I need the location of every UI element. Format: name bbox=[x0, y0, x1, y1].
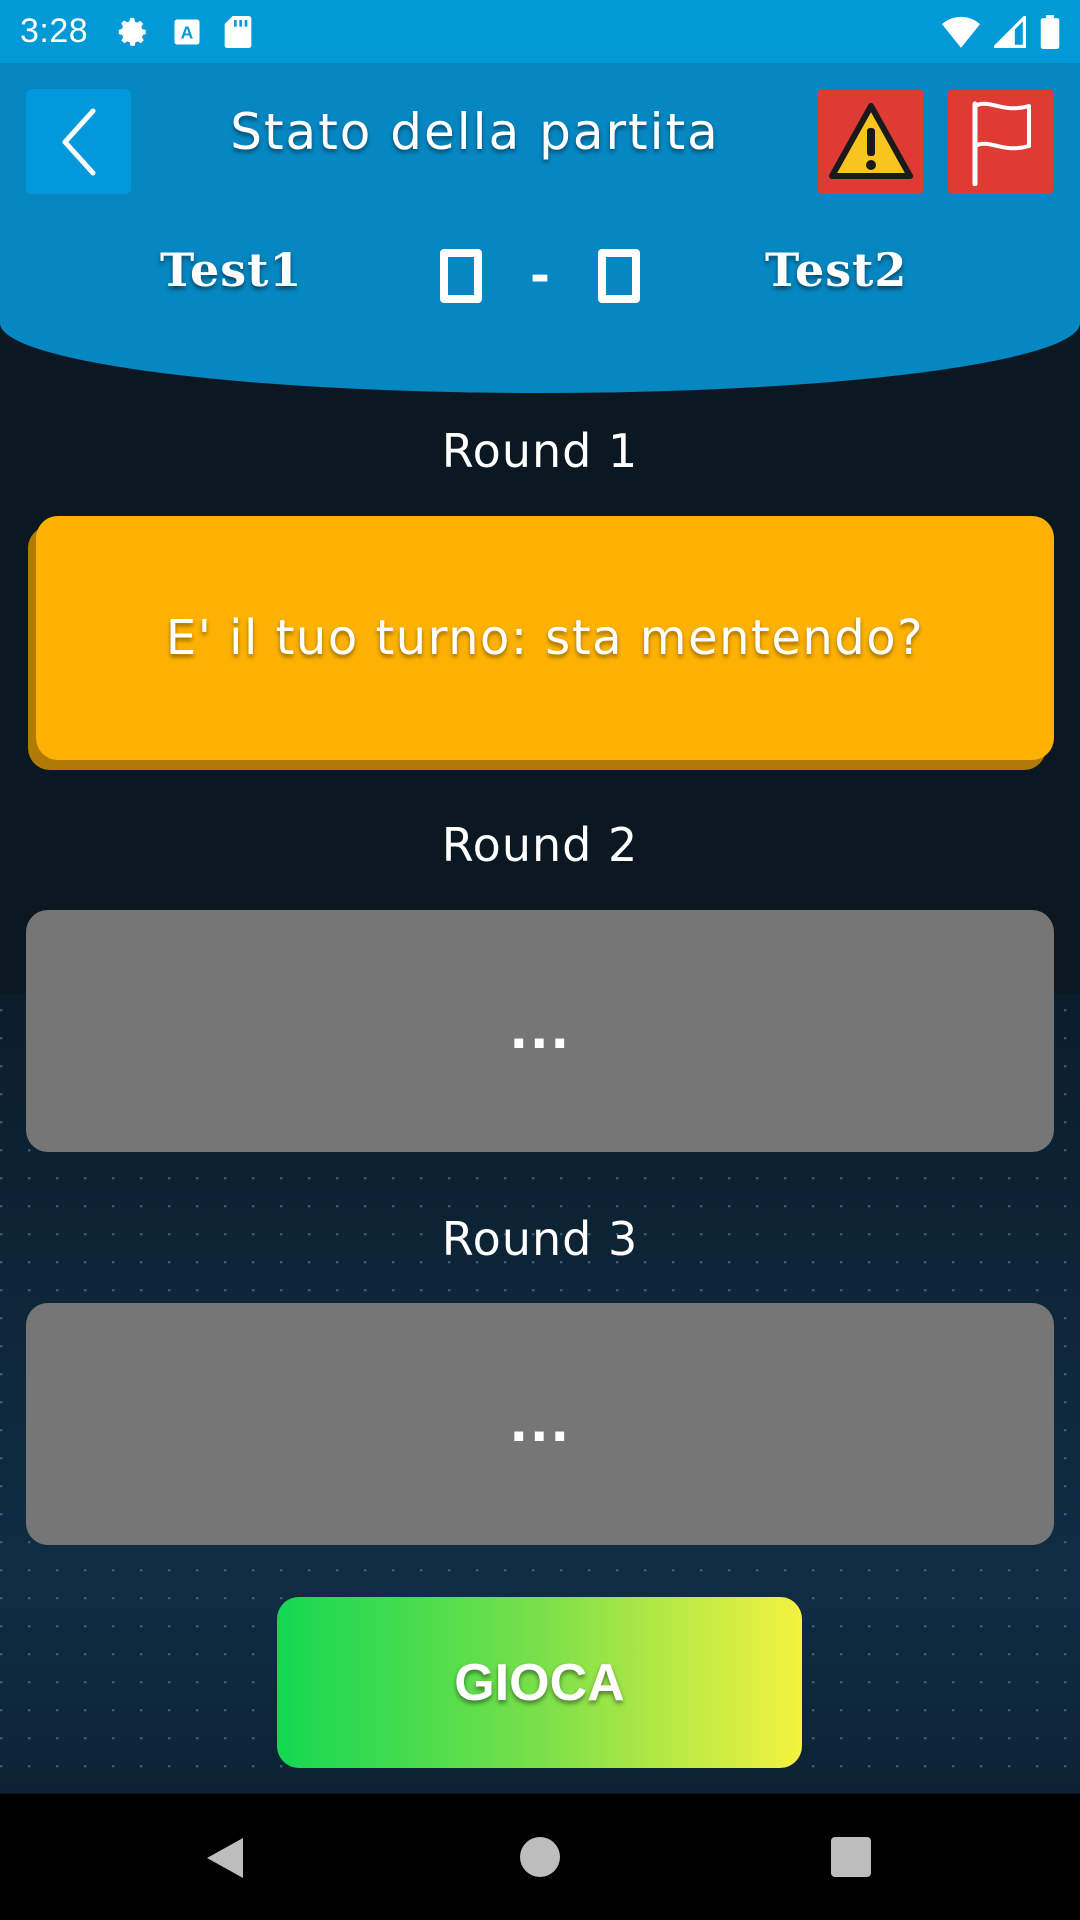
round-2-card: ... bbox=[26, 910, 1054, 1152]
round-2-label: Round 2 bbox=[441, 818, 639, 872]
header: Stato della partita Test1 0 - 0 Test2 bbox=[0, 63, 1080, 393]
signal-icon bbox=[994, 15, 1026, 48]
surrender-button[interactable] bbox=[948, 89, 1053, 194]
status-bar: 3:28 A bbox=[0, 0, 1080, 63]
chevron-left-icon bbox=[62, 108, 95, 175]
flag-icon bbox=[972, 101, 1031, 186]
battery-icon bbox=[1040, 14, 1060, 49]
round-3-card: ... bbox=[26, 1303, 1054, 1545]
score-right: 0 bbox=[597, 249, 640, 303]
gear-icon bbox=[119, 17, 146, 46]
nav-back-icon[interactable] bbox=[205, 1836, 245, 1880]
warning-icon bbox=[828, 102, 913, 179]
status-time: 3:28 bbox=[20, 12, 89, 50]
report-button[interactable] bbox=[818, 89, 923, 194]
status-right-icons bbox=[942, 14, 1060, 49]
page-title: Stato della partita bbox=[230, 103, 720, 161]
round-1-card[interactable]: E' il tuo turno: sta mentendo? bbox=[36, 516, 1054, 760]
sd-card-icon bbox=[224, 15, 252, 48]
round-3-label: Round 3 bbox=[441, 1212, 639, 1266]
score-separator: - bbox=[530, 248, 550, 304]
round-1-label: Round 1 bbox=[441, 424, 639, 478]
nav-recents-icon[interactable] bbox=[831, 1837, 871, 1877]
player-right-name: Test2 bbox=[765, 243, 908, 297]
score: 0 - 0 bbox=[440, 231, 640, 321]
text-a-icon: A bbox=[174, 19, 200, 44]
player-left-name: Test1 bbox=[160, 243, 303, 297]
nav-home-icon[interactable] bbox=[520, 1837, 560, 1877]
back-button[interactable] bbox=[26, 89, 131, 194]
score-row: Test1 0 - 0 Test2 bbox=[0, 231, 1080, 321]
svg-text:A: A bbox=[181, 22, 194, 42]
navigation-bar bbox=[0, 1794, 1080, 1920]
play-button[interactable]: GIOCA bbox=[277, 1597, 802, 1768]
status-left-icons: A bbox=[116, 15, 252, 49]
score-left: 0 bbox=[440, 249, 482, 303]
wifi-icon bbox=[942, 16, 980, 48]
